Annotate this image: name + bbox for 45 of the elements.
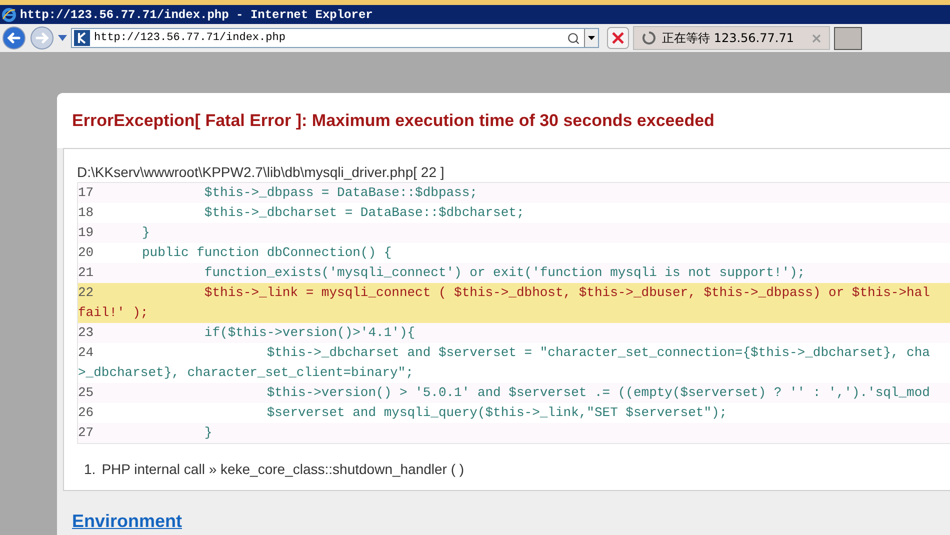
line-number: 17 bbox=[78, 184, 95, 202]
line-number: 22 bbox=[78, 284, 95, 302]
search-icon[interactable] bbox=[567, 32, 580, 44]
environment-link[interactable]: Environment bbox=[72, 511, 182, 531]
close-icon bbox=[612, 32, 624, 44]
code-text: $this->_dbpass = DataBase::$dbpass; bbox=[203, 185, 478, 200]
code-text: fail!' ); bbox=[78, 305, 148, 320]
browser-tab[interactable]: 正在等待 123.56.77.71 bbox=[633, 26, 830, 50]
code-text: $serverset and mysqli_query($this->_link,"SET $serverset"); bbox=[266, 405, 728, 420]
error-heading: ErrorException[ Fatal Error ]: Maximum execution time of 30 seconds exceeded bbox=[72, 110, 714, 132]
line-number: 25 bbox=[78, 384, 95, 402]
line-number: 24 bbox=[78, 344, 95, 362]
history-dropdown-icon[interactable] bbox=[58, 35, 67, 41]
line-number: 23 bbox=[78, 324, 95, 342]
address-field[interactable]: http://123.56.77.71/index.php bbox=[71, 28, 599, 48]
file-path: D:\KKserv\wwwroot\KPPW2.7\lib\db\mysqli_driver.php[ 22 ] bbox=[77, 163, 446, 181]
browser-logo-icon bbox=[2, 8, 16, 22]
window-title: http://123.56.77.71/index.php - Internet Explorer bbox=[20, 6, 373, 24]
caret-icon bbox=[588, 36, 595, 40]
line-number: 27 bbox=[78, 424, 95, 442]
code-text: $this->version() > '5.0.1' and $serverset .= ((empty($serverset) ? '' : ',').'sql_mod bbox=[266, 385, 930, 400]
line-number: 19 bbox=[78, 224, 95, 242]
line-number: 20 bbox=[78, 244, 95, 262]
code-text: function_exists('mysqli_connect') or exit('function mysqli is not support!'); bbox=[203, 265, 806, 280]
back-button[interactable] bbox=[2, 26, 26, 50]
code-text: } bbox=[203, 425, 212, 440]
site-favicon-icon bbox=[74, 30, 90, 46]
trace-index: 1. bbox=[84, 460, 96, 479]
code-text: $this->_link = mysqli_connect ( $this->_dbhost, $this->_dbuser, $this->_dbpass) or $this->hal bbox=[203, 285, 930, 300]
address-dropdown-button[interactable] bbox=[584, 29, 598, 47]
code-text: public function dbConnection() { bbox=[142, 245, 392, 260]
code-text: $this->_dbcharset = DataBase::$dbcharset; bbox=[203, 205, 524, 220]
line-number: 21 bbox=[78, 264, 95, 282]
code-text: } bbox=[142, 225, 150, 240]
line-number: 18 bbox=[78, 204, 95, 222]
loading-spinner-icon bbox=[642, 31, 656, 45]
forward-button[interactable] bbox=[30, 26, 54, 50]
new-tab-button[interactable] bbox=[834, 26, 862, 50]
code-text: if($this->version()>'4.1'){ bbox=[203, 325, 416, 340]
code-text: $this->_dbcharset and $serverset = "character_set_connection={$this->_dbcharset}, cha bbox=[266, 345, 930, 360]
stop-button[interactable] bbox=[607, 27, 629, 49]
code-text: >_dbcharset}, character_set_client=binary"; bbox=[78, 365, 414, 380]
address-text: http://123.56.77.71/index.php bbox=[94, 30, 286, 46]
trace-entry: PHP internal call » keke_core_class::shutdown_handler ( ) bbox=[102, 460, 464, 479]
line-number: 26 bbox=[78, 404, 95, 422]
